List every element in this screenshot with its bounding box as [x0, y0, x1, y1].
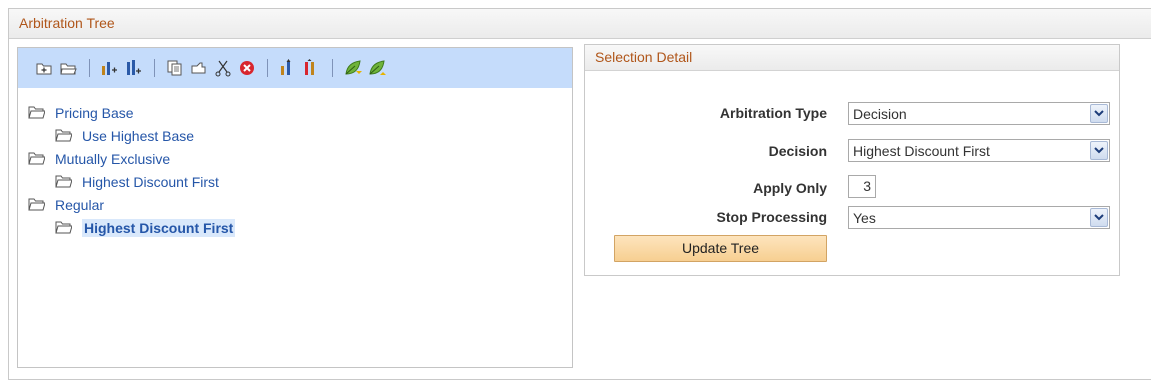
collapse-leaf-icon[interactable]	[367, 58, 387, 78]
move-up-icon[interactable]	[278, 58, 298, 78]
decision-select[interactable]: Highest Discount First	[848, 139, 1110, 162]
apply-only-input[interactable]: 3	[848, 175, 876, 198]
paste-icon[interactable]	[189, 58, 209, 78]
stop-processing-value: Yes	[853, 210, 876, 226]
expand-leaf-icon[interactable]	[343, 58, 363, 78]
tree-node-pricing-base[interactable]: Pricing Base	[28, 101, 572, 124]
chevron-down-icon[interactable]	[1090, 208, 1108, 227]
insert-sibling-node-icon[interactable]	[124, 58, 144, 78]
toolbar-separator	[332, 59, 333, 77]
tree-node-highest-discount-first[interactable]: Highest Discount First	[28, 170, 572, 193]
stop-processing-select[interactable]: Yes	[848, 206, 1110, 229]
tree-panel: Pricing Base Use Highest Base Mutually E…	[17, 47, 573, 368]
insert-sibling-folder-icon[interactable]	[59, 58, 79, 78]
folder-open-icon	[28, 198, 46, 211]
folder-open-icon	[55, 129, 73, 142]
delete-icon[interactable]	[237, 58, 257, 78]
folder-open-icon	[55, 175, 73, 188]
cut-icon[interactable]	[213, 58, 233, 78]
arbitration-type-value: Decision	[853, 106, 907, 122]
chevron-down-icon[interactable]	[1090, 104, 1108, 123]
insert-child-node-icon[interactable]	[100, 58, 120, 78]
selection-detail-title: Selection Detail	[595, 49, 693, 65]
tree-node-label-selected[interactable]: Highest Discount First	[82, 218, 236, 237]
tree-node-highest-discount-first-selected[interactable]: Highest Discount First	[28, 216, 572, 239]
tree-node-label[interactable]: Mutually Exclusive	[55, 151, 170, 167]
chevron-down-icon[interactable]	[1090, 141, 1108, 160]
tree-node-label[interactable]: Highest Discount First	[82, 174, 219, 190]
toolbar-separator	[154, 59, 155, 77]
arbitration-type-select[interactable]: Decision	[848, 102, 1110, 125]
tree-node-label[interactable]: Pricing Base	[55, 105, 134, 121]
arbitration-tree-title: Arbitration Tree	[19, 15, 115, 31]
decision-value: Highest Discount First	[853, 143, 990, 159]
toolbar-separator	[89, 59, 90, 77]
selection-detail-panel: Selection Detail Arbitration Type Decisi…	[584, 44, 1120, 276]
tree-toolbar	[18, 48, 572, 88]
decision-label: Decision	[768, 143, 827, 159]
arbitration-type-label: Arbitration Type	[719, 105, 827, 121]
arbitration-tree: Pricing Base Use Highest Base Mutually E…	[28, 101, 572, 239]
tree-node-regular[interactable]: Regular	[28, 193, 572, 216]
selection-detail-header: Selection Detail	[585, 45, 1119, 71]
update-tree-button[interactable]: Update Tree	[614, 235, 827, 262]
insert-child-folder-icon[interactable]	[35, 58, 55, 78]
folder-open-icon	[28, 152, 46, 165]
folder-open-icon	[55, 221, 73, 234]
move-down-icon[interactable]	[302, 58, 322, 78]
folder-open-icon	[28, 106, 46, 119]
stop-processing-label: Stop Processing	[716, 209, 827, 225]
arbitration-tree-header: Arbitration Tree	[9, 9, 1151, 39]
tree-node-label[interactable]: Use Highest Base	[82, 128, 194, 144]
tree-node-mutually-exclusive[interactable]: Mutually Exclusive	[28, 147, 572, 170]
copy-icon[interactable]	[165, 58, 185, 78]
tree-node-use-highest-base[interactable]: Use Highest Base	[28, 124, 572, 147]
toolbar-separator	[267, 59, 268, 77]
tree-node-label[interactable]: Regular	[55, 197, 104, 213]
apply-only-label: Apply Only	[753, 180, 827, 196]
